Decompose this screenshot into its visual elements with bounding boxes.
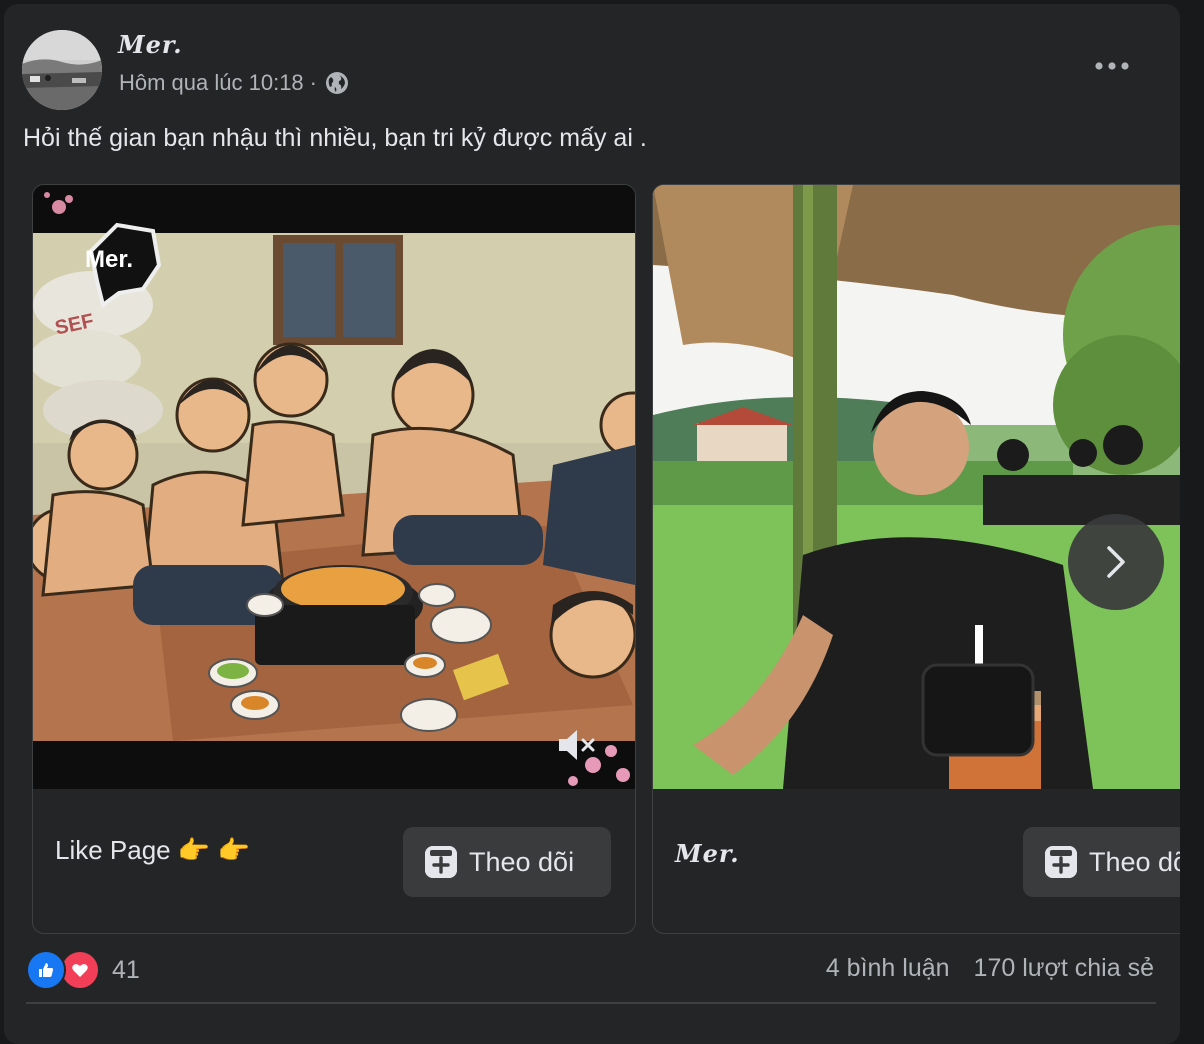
post-stats: 41 4 bình luận 170 lượt chia sẻ [4,948,1180,992]
follow-page-icon [1045,846,1077,878]
engagement-counts: 4 bình luận 170 lượt chia sẻ [826,954,1154,983]
chevron-right-icon [1107,546,1125,578]
watermark-text: Mer. [85,246,133,273]
media-carousel: Mer. SEF Like Page 👉 👉 Theo dõi Mer. The… [4,184,1180,936]
follow-button-label: Theo dõi [469,846,575,877]
divider [26,1002,1156,1004]
card-footer: Mer. Theo dõi [653,789,1180,933]
card-title: Like Page 👉 👉 [55,835,250,865]
follow-page-icon [425,846,457,878]
globe-icon[interactable] [325,71,349,95]
author-name[interactable]: Mer. [118,30,183,59]
photo-media[interactable] [653,185,1180,789]
follow-button[interactable]: Theo dõi [403,827,611,897]
mute-icon[interactable] [555,725,599,765]
reaction-count: 41 [112,955,140,984]
post-meta: Hôm qua lúc 10:18 · [119,70,349,96]
reactions-summary[interactable]: 41 [26,950,140,990]
comment-count[interactable]: 4 bình luận [826,954,950,983]
carousel-card[interactable]: Mer. SEF Like Page 👉 👉 Theo dõi [32,184,636,934]
more-dots-icon [1095,62,1129,70]
follow-button[interactable]: Theo dõi [1023,827,1180,897]
love-reaction-icon [60,950,100,990]
post-timestamp[interactable]: Hôm qua lúc 10:18 [119,70,304,96]
post-card: Mer. Hôm qua lúc 10:18 · Hỏi thế gian bạ… [4,4,1180,1044]
carousel-next-button[interactable] [1068,514,1164,610]
card-title: Mer. [675,839,740,868]
video-media[interactable]: Mer. SEF [33,185,635,789]
more-options-button[interactable] [1084,50,1140,82]
like-reaction-icon [26,950,66,990]
post-caption: Hỏi thế gian bạn nhậu thì nhiều, bạn tri… [23,124,647,152]
card-footer: Like Page 👉 👉 Theo dõi [33,789,635,933]
follow-button-label: Theo dõi [1089,846,1180,877]
meta-separator: · [309,70,317,95]
author-avatar[interactable] [22,30,102,110]
share-count[interactable]: 170 lượt chia sẻ [974,954,1154,983]
